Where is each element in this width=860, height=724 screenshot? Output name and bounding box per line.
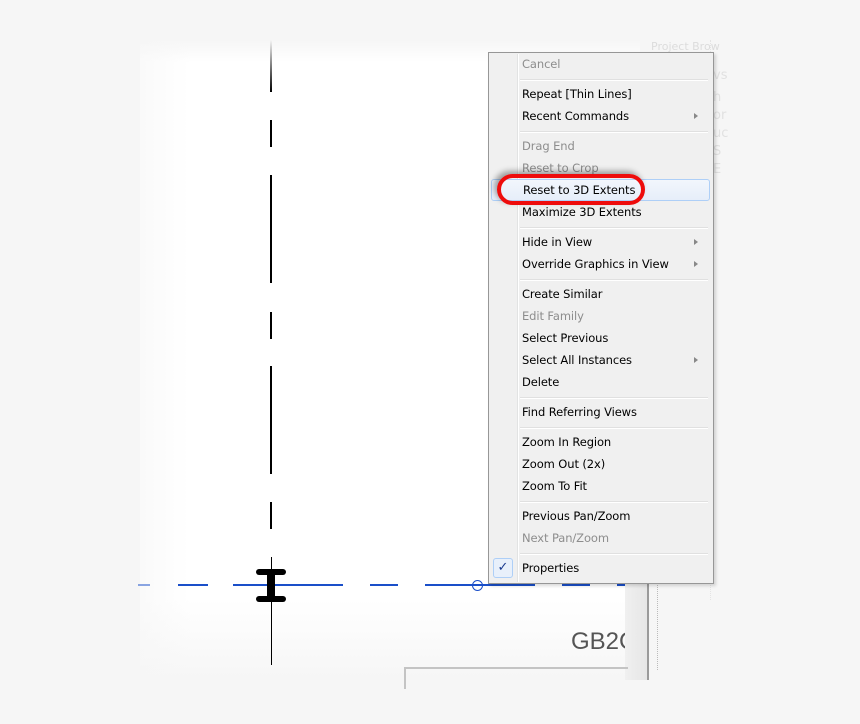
menu-item-label: Next Pan/Zoom bbox=[522, 531, 609, 545]
submenu-arrow-icon bbox=[694, 239, 698, 245]
menu-item-previous-pan-zoom[interactable]: Previous Pan/Zoom bbox=[490, 505, 708, 527]
menu-item-delete[interactable]: Delete bbox=[490, 371, 708, 393]
ghost-text: E bbox=[713, 162, 722, 177]
menu-separator bbox=[520, 553, 708, 555]
ghost-text: S bbox=[713, 144, 722, 159]
menu-item-label: Zoom Out (2x) bbox=[522, 457, 606, 471]
menu-separator bbox=[520, 279, 708, 281]
menu-item-label: Previous Pan/Zoom bbox=[522, 509, 631, 523]
grid-bubble-label: GB2C bbox=[571, 628, 625, 655]
ghost-text: vs bbox=[713, 68, 728, 83]
menu-item-zoom-out-2x[interactable]: Zoom Out (2x) bbox=[490, 453, 708, 475]
grid-line-segment bbox=[270, 366, 272, 474]
menu-item-properties[interactable]: Properties ✓ bbox=[490, 557, 708, 579]
view-splitter bbox=[625, 580, 647, 680]
menu-item-next-pan-zoom[interactable]: Next Pan/Zoom bbox=[490, 527, 708, 549]
menu-item-cancel[interactable]: Cancel bbox=[490, 53, 708, 75]
menu-item-label: Select All Instances bbox=[522, 353, 632, 367]
menu-item-hide-in-view[interactable]: Hide in View bbox=[490, 231, 708, 253]
menu-item-label: Recent Commands bbox=[522, 109, 629, 123]
menu-item-label: Drag End bbox=[522, 139, 575, 153]
menu-separator bbox=[520, 427, 708, 429]
menu-item-label: Zoom In Region bbox=[522, 435, 612, 449]
menu-separator bbox=[520, 397, 708, 399]
menu-item-drag-end[interactable]: Drag End bbox=[490, 135, 708, 157]
menu-item-select-previous[interactable]: Select Previous bbox=[490, 327, 708, 349]
red-annotation-circle bbox=[497, 174, 645, 205]
menu-separator bbox=[520, 501, 708, 503]
ghost-text: h bbox=[713, 90, 722, 105]
view-dotted-border bbox=[657, 580, 659, 670]
menu-item-create-similar[interactable]: Create Similar bbox=[490, 283, 708, 305]
grid-line-segment bbox=[270, 40, 272, 92]
drag-grip-handle[interactable] bbox=[472, 580, 483, 591]
menu-item-zoom-to-fit[interactable]: Zoom To Fit bbox=[490, 475, 708, 497]
ghost-text: or bbox=[713, 108, 727, 123]
grid-line-segment bbox=[270, 175, 272, 283]
checkmark-icon: ✓ bbox=[493, 558, 513, 578]
menu-separator bbox=[520, 131, 708, 133]
title-block-frame bbox=[404, 667, 628, 689]
view-border bbox=[647, 580, 649, 680]
menu-item-label: Hide in View bbox=[522, 235, 593, 249]
column-bottom-flange bbox=[256, 596, 286, 602]
menu-item-edit-family[interactable]: Edit Family bbox=[490, 305, 708, 327]
grid-line-segment bbox=[270, 120, 272, 147]
menu-item-label: Repeat [Thin Lines] bbox=[522, 87, 632, 101]
reference-line-segment bbox=[370, 584, 398, 586]
reference-line-segment bbox=[233, 584, 343, 586]
menu-item-label: Properties bbox=[522, 561, 580, 575]
menu-separator bbox=[520, 227, 708, 229]
menu-item-label: Create Similar bbox=[522, 287, 603, 301]
menu-item-label: Select Previous bbox=[522, 331, 609, 345]
grid-line-segment bbox=[270, 312, 272, 339]
reference-line-segment bbox=[562, 584, 590, 586]
menu-item-label: Cancel bbox=[522, 57, 561, 71]
reference-line-segment bbox=[138, 584, 150, 586]
ghost-text: uc bbox=[713, 126, 729, 141]
menu-item-repeat-thin-lines[interactable]: Repeat [Thin Lines] bbox=[490, 83, 708, 105]
menu-item-label: Edit Family bbox=[522, 309, 584, 323]
submenu-arrow-icon bbox=[694, 261, 698, 267]
submenu-arrow-icon bbox=[694, 357, 698, 363]
submenu-arrow-icon bbox=[694, 113, 698, 119]
menu-item-recent-commands[interactable]: Recent Commands bbox=[490, 105, 708, 127]
reference-line-segment bbox=[617, 584, 625, 586]
menu-item-label: Zoom To Fit bbox=[522, 479, 587, 493]
menu-separator bbox=[520, 79, 708, 81]
menu-item-override-graphics-in-view[interactable]: Override Graphics in View bbox=[490, 253, 708, 275]
menu-item-label: Delete bbox=[522, 375, 560, 389]
reference-line-segment bbox=[178, 584, 208, 586]
menu-item-label: Override Graphics in View bbox=[522, 257, 669, 271]
grid-line-segment bbox=[270, 502, 272, 529]
menu-item-label: Find Referring Views bbox=[522, 405, 637, 419]
menu-item-find-referring-views[interactable]: Find Referring Views bbox=[490, 401, 708, 423]
menu-item-select-all-instances[interactable]: Select All Instances bbox=[490, 349, 708, 371]
menu-item-zoom-in-region[interactable]: Zoom In Region bbox=[490, 431, 708, 453]
